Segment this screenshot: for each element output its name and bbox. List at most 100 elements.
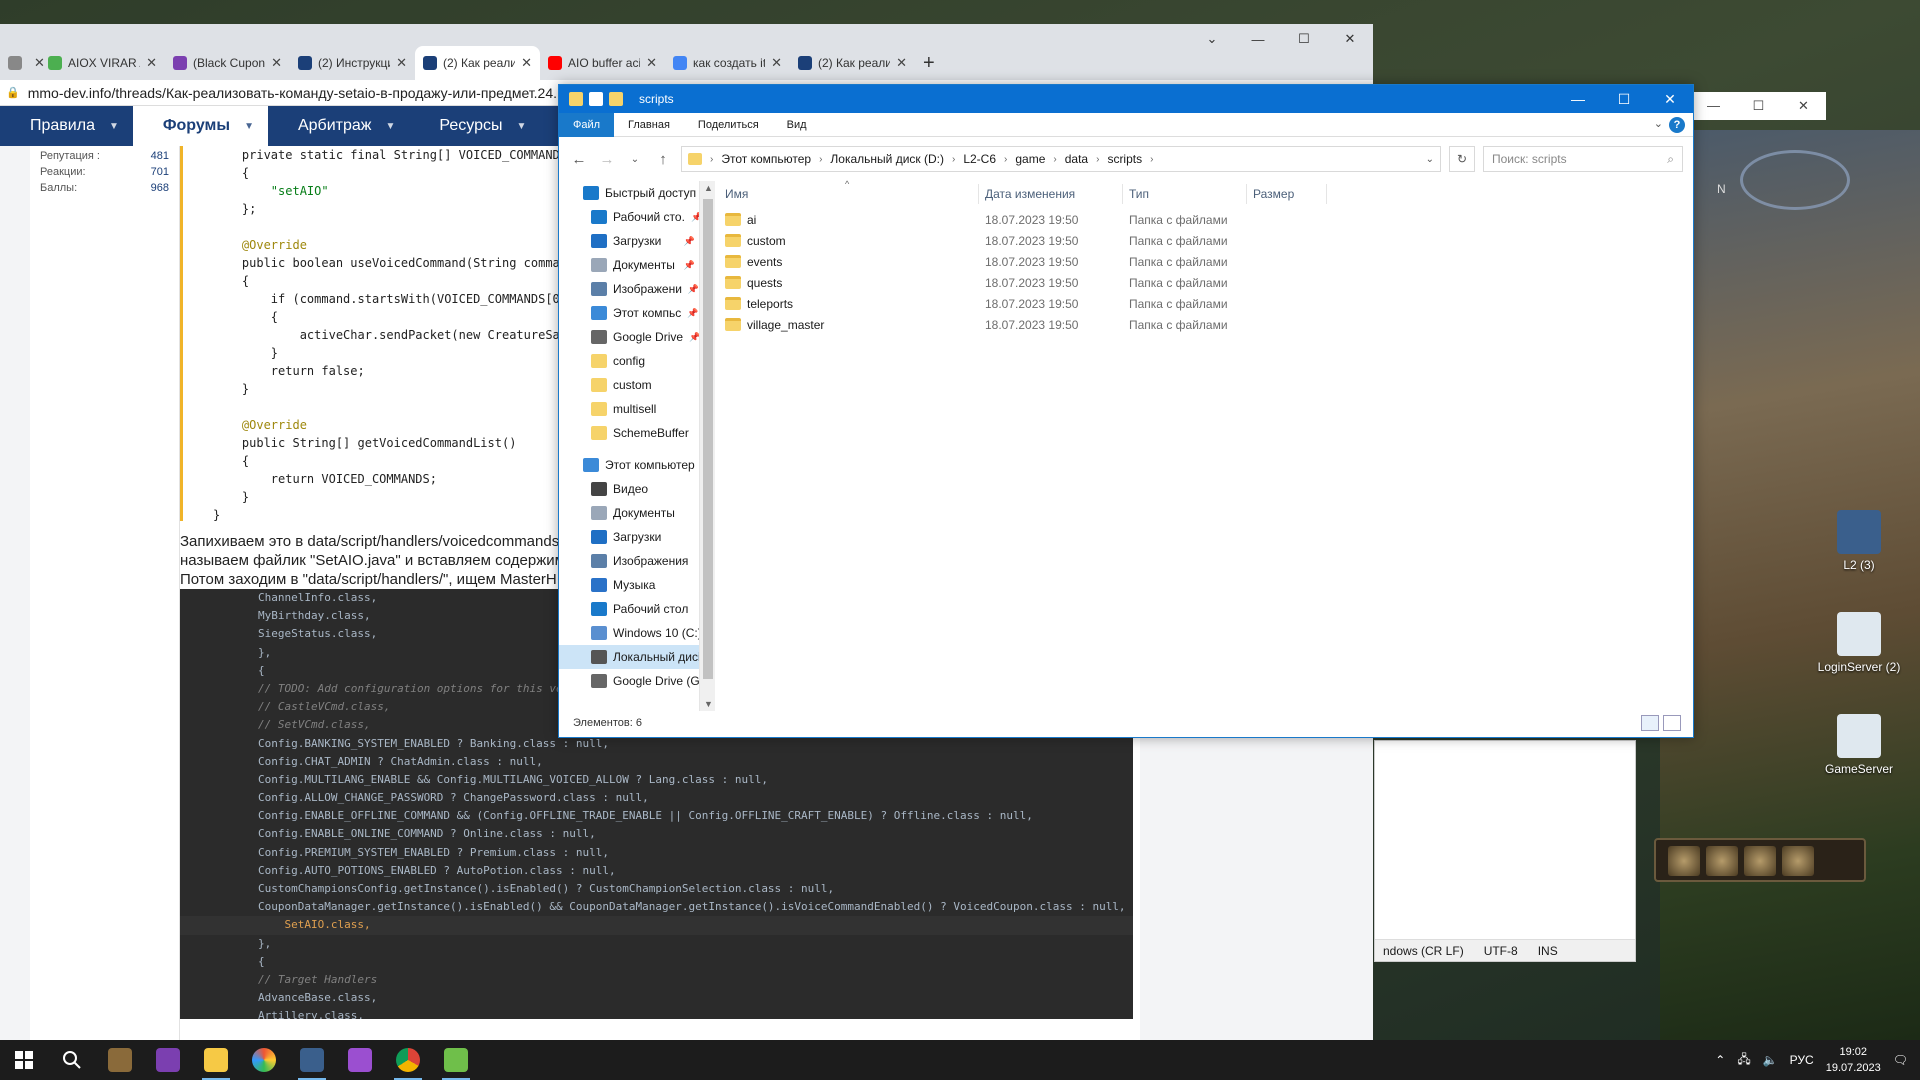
- nav-item[interactable]: Этот компьс 📌: [559, 301, 699, 325]
- maximize-icon[interactable]: ☐: [1281, 24, 1327, 54]
- tab-close-icon[interactable]: ✕: [646, 55, 657, 71]
- tab-close-icon[interactable]: ✕: [396, 55, 407, 71]
- site-nav-item[interactable]: Форумы ▼: [132, 106, 268, 146]
- file-row[interactable]: events 18.07.2023 19:50 Папка с файлами: [719, 251, 1691, 272]
- search-button[interactable]: [48, 1040, 96, 1080]
- language-indicator[interactable]: РУС: [1790, 1053, 1814, 1067]
- properties-icon[interactable]: [589, 92, 603, 106]
- stat-value[interactable]: 968: [151, 182, 169, 194]
- tab-close-icon[interactable]: ✕: [271, 55, 282, 71]
- file-row[interactable]: custom 18.07.2023 19:50 Папка с файлами: [719, 230, 1691, 251]
- file-row[interactable]: quests 18.07.2023 19:50 Папка с файлами: [719, 272, 1691, 293]
- clock[interactable]: 19:02 19.07.2023: [1826, 1044, 1881, 1076]
- new-folder-icon[interactable]: [609, 92, 623, 106]
- caret-down-icon[interactable]: ▼: [244, 121, 254, 132]
- taskbar-app-onenote[interactable]: [144, 1040, 192, 1080]
- column-size[interactable]: Размер: [1247, 184, 1327, 204]
- pin-icon[interactable]: 📌: [684, 260, 699, 271]
- stat-value[interactable]: 701: [151, 166, 169, 178]
- taskbar-app-l2[interactable]: [96, 1040, 144, 1080]
- large-icons-view-icon[interactable]: [1663, 715, 1681, 731]
- desktop-icon-loginserver[interactable]: LoginServer (2): [1816, 612, 1902, 674]
- ribbon-tab[interactable]: Главная: [614, 113, 684, 137]
- nav-item[interactable]: Загрузки: [559, 525, 699, 549]
- breadcrumb-item[interactable]: L2-C6: [963, 152, 996, 166]
- help-icon[interactable]: ?: [1669, 117, 1685, 133]
- skill-slot-icon[interactable]: [1782, 846, 1814, 876]
- new-tab-button[interactable]: +: [915, 46, 955, 80]
- nav-item[interactable]: Документы 📌: [559, 253, 699, 277]
- breadcrumb[interactable]: › Этот компьютер › Локальный диск (D:) › L2-…: [681, 146, 1441, 172]
- pin-icon[interactable]: 📌: [688, 284, 699, 295]
- maximize-icon[interactable]: ☐: [1601, 85, 1647, 113]
- chevron-down-icon[interactable]: ⌄: [1426, 154, 1434, 165]
- nav-item[interactable]: Локальный дисі: [559, 645, 699, 669]
- recent-locations-chevron-icon[interactable]: ⌄: [625, 154, 645, 165]
- site-nav-item[interactable]: Арбитраж ▼: [268, 106, 409, 146]
- chevron-right-icon[interactable]: ›: [710, 154, 713, 165]
- scroll-up-icon[interactable]: ▲: [704, 183, 713, 193]
- ribbon-tab[interactable]: Файл: [559, 112, 615, 137]
- refresh-icon[interactable]: ↻: [1449, 146, 1475, 172]
- nav-item[interactable]: Изображения: [559, 549, 699, 573]
- chevron-right-icon[interactable]: ›: [1150, 154, 1153, 165]
- taskbar-app-purple2[interactable]: [336, 1040, 384, 1080]
- nav-item[interactable]: Загрузки 📌: [559, 229, 699, 253]
- site-nav-item[interactable]: Правила ▼: [0, 106, 133, 146]
- back-arrow-icon[interactable]: ←: [569, 151, 589, 168]
- nav-item[interactable]: Музыка: [559, 573, 699, 597]
- up-arrow-icon[interactable]: ↑: [653, 151, 673, 168]
- minimize-icon[interactable]: —: [1235, 24, 1281, 54]
- browser-tab[interactable]: AIOX VIRAR AIO ✕: [40, 46, 165, 80]
- ribbon-tab[interactable]: Поделиться: [684, 113, 773, 137]
- chevron-right-icon[interactable]: ›: [952, 154, 955, 165]
- search-input[interactable]: Поиск: scripts ⌕: [1483, 146, 1683, 172]
- desktop-icon-gameserver[interactable]: GameServer: [1816, 714, 1902, 776]
- file-row[interactable]: teleports 18.07.2023 19:50 Папка с файлами: [719, 293, 1691, 314]
- taskbar-app-color[interactable]: [240, 1040, 288, 1080]
- taskbar-app-java[interactable]: [288, 1040, 336, 1080]
- notifications-icon[interactable]: 🗨: [1893, 1053, 1908, 1067]
- start-button[interactable]: [0, 1040, 48, 1080]
- tab-close-icon[interactable]: ✕: [521, 55, 532, 71]
- pin-icon[interactable]: 📌: [684, 236, 699, 247]
- nav-item[interactable]: Этот компьютер: [559, 453, 699, 477]
- breadcrumb-item[interactable]: game: [1015, 152, 1045, 166]
- nav-item[interactable]: multisell: [559, 397, 699, 421]
- browser-tab[interactable]: (2) Инструкции ✕: [290, 46, 415, 80]
- skill-slot-icon[interactable]: [1668, 846, 1700, 876]
- breadcrumb-item[interactable]: Локальный диск (D:): [830, 152, 944, 166]
- column-date[interactable]: Дата изменения: [979, 184, 1123, 204]
- chevron-right-icon[interactable]: ›: [1053, 154, 1056, 165]
- tab-close-icon[interactable]: ✕: [896, 55, 907, 71]
- breadcrumb-item[interactable]: data: [1065, 152, 1088, 166]
- nav-item[interactable]: Рабочий стол: [559, 597, 699, 621]
- chevron-right-icon[interactable]: ›: [819, 154, 822, 165]
- close-icon[interactable]: ✕: [1327, 24, 1373, 54]
- nav-item[interactable]: Google Drive 📌: [559, 325, 699, 349]
- forward-arrow-icon[interactable]: →: [597, 151, 617, 168]
- tab-close-icon[interactable]: ✕: [771, 55, 782, 71]
- browser-tab[interactable]: как создать iter ✕: [665, 46, 790, 80]
- pin-icon[interactable]: 📌: [689, 332, 699, 343]
- caret-down-icon[interactable]: ▼: [385, 121, 395, 132]
- nav-item[interactable]: config: [559, 349, 699, 373]
- column-type[interactable]: Тип: [1123, 184, 1247, 204]
- caret-down-icon[interactable]: ▼: [516, 121, 526, 132]
- nav-item[interactable]: custom: [559, 373, 699, 397]
- nav-item[interactable]: Документы: [559, 501, 699, 525]
- scrollbar-thumb[interactable]: [703, 199, 713, 679]
- chevron-up-icon[interactable]: ⌃: [1715, 1053, 1725, 1067]
- volume-icon[interactable]: 🔈: [1763, 1053, 1778, 1067]
- pin-icon[interactable]: 📌: [691, 212, 699, 223]
- breadcrumb-item[interactable]: scripts: [1107, 152, 1142, 166]
- file-row[interactable]: village_master 18.07.2023 19:50 Папка с фа…: [719, 314, 1691, 335]
- taskbar-app-explorer[interactable]: [192, 1040, 240, 1080]
- minimize-icon[interactable]: —: [1555, 85, 1601, 113]
- desktop-icon-l2[interactable]: L2 (3): [1816, 510, 1902, 572]
- caret-down-icon[interactable]: ▼: [109, 121, 119, 132]
- browser-tab[interactable]: (2) Как реализо ✕: [415, 46, 540, 80]
- skill-slot-icon[interactable]: [1744, 846, 1776, 876]
- taskbar-app-chrome[interactable]: [384, 1040, 432, 1080]
- network-icon[interactable]: 🖧: [1737, 1050, 1750, 1071]
